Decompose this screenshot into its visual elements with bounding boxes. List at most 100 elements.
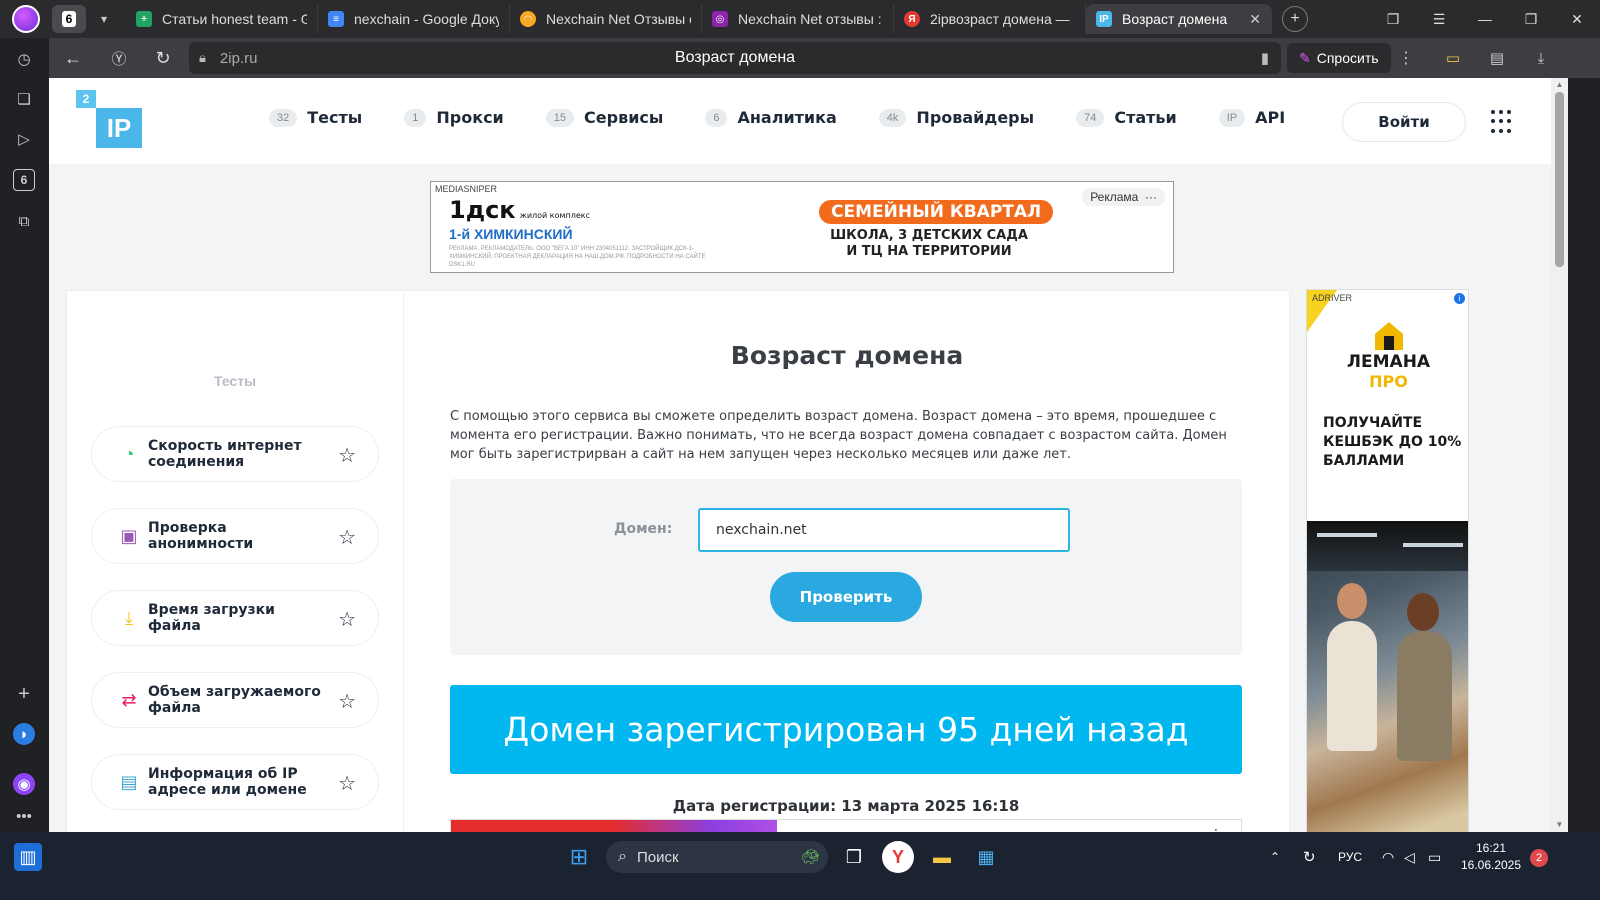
taskbar-clock[interactable]: 16:21 16.06.2025	[1460, 840, 1522, 874]
star-icon[interactable]: ☆	[338, 443, 356, 468]
wifi-icon[interactable]: ◠	[1382, 832, 1394, 882]
menu-icon[interactable]: ☰	[1416, 0, 1462, 38]
collections-icon[interactable]: ❐	[1370, 0, 1416, 38]
ad-label[interactable]: Реклама ···	[1082, 188, 1165, 206]
minimize-button[interactable]: —	[1462, 0, 1508, 38]
nav-label: Аналитика	[737, 108, 837, 127]
ask-ai-button[interactable]: ✎ Спросить	[1287, 43, 1391, 73]
star-icon[interactable]: ☆	[338, 525, 356, 550]
notification-badge[interactable]: 2	[1530, 849, 1548, 867]
volume-icon[interactable]: ◁	[1404, 832, 1415, 882]
browser-tab[interactable]: Я 2ipвозраст домена —	[894, 4, 1086, 34]
language-indicator[interactable]: РУС	[1338, 832, 1362, 882]
browser-tab[interactable]: ◠ Nexchain Net Отзывы о	[510, 4, 702, 34]
more-icon[interactable]: •••	[13, 805, 35, 827]
browser-tab-strip: 6 ▾ + Статьи honest team - Go ≡ nexchain…	[0, 0, 1600, 38]
widgets-icon[interactable]: ▥	[14, 843, 42, 871]
main-card: Тесты ◔ Скорость интернет соединения ☆ ▣…	[66, 290, 1290, 832]
nav-item-articles[interactable]: 74 Статьи	[1076, 108, 1177, 127]
video-icon[interactable]: ▷	[13, 128, 35, 150]
task-view-icon[interactable]: ❐	[838, 841, 870, 873]
site-logo[interactable]: 2 IP	[76, 90, 146, 150]
top-ad-banner[interactable]: MEDIASNIPER 1дск жилой комплекс 1-й ХИМКИ…	[430, 181, 1174, 273]
page-scrollbar[interactable]: ▲ ▼	[1551, 78, 1568, 832]
alice-icon[interactable]: ◉	[13, 773, 35, 795]
tab-group-button[interactable]: 6	[52, 5, 86, 33]
domain-input[interactable]	[698, 508, 1070, 552]
yandex-disk-icon[interactable]: ◗	[13, 723, 35, 745]
tab-group-icon[interactable]: 6	[13, 169, 35, 191]
nav-item-api[interactable]: IP API	[1218, 108, 1286, 127]
sidebar-item-speed[interactable]: ◔ Скорость интернет соединения ☆	[91, 426, 379, 482]
file-explorer-icon[interactable]: ▬	[926, 841, 958, 873]
ad-brand-logo: 1дск жилой комплекс	[449, 196, 590, 224]
reader-icon[interactable]: ▤	[1481, 42, 1513, 74]
new-tab-button[interactable]: +	[1282, 6, 1308, 32]
nav-item-providers[interactable]: 4k Провайдеры	[878, 108, 1034, 127]
battery-icon[interactable]: ▭	[1428, 832, 1441, 882]
document-icon: ▤	[120, 771, 138, 792]
reload-button[interactable]: ↻	[145, 40, 181, 76]
star-icon[interactable]: ☆	[338, 607, 356, 632]
page-title: Возраст домена	[730, 341, 964, 370]
bookmark-icon[interactable]: ▮	[1261, 49, 1269, 67]
chevron-down-icon[interactable]: ▾	[90, 5, 118, 33]
browser-tab[interactable]: ≡ nexchain - Google Доку	[318, 4, 510, 34]
taskbar-search[interactable]: ⌕ Поиск 🐢︎	[606, 841, 828, 873]
clock-date: 16.06.2025	[1460, 858, 1522, 872]
store-icon[interactable]: ▦	[970, 841, 1002, 873]
sidebar-item-anonymity[interactable]: ▣ Проверка анонимности ☆	[91, 508, 379, 564]
star-icon[interactable]: ☆	[338, 771, 356, 796]
sidebar-item-file-size[interactable]: ⇄ Объем загружаемого файла ☆	[91, 672, 379, 728]
sidebar-item-ip-info[interactable]: ▤ Информация об IP адресе или домене ☆	[91, 754, 379, 810]
browser-tab[interactable]: + Статьи honest team - Go	[126, 4, 318, 34]
downloads-icon[interactable]: ⤓	[1525, 42, 1557, 74]
tab-group-count: 6	[61, 11, 77, 27]
back-button[interactable]: ←	[55, 40, 91, 76]
star-icon[interactable]: ☆	[338, 689, 356, 714]
sync-icon[interactable]: ↻	[1303, 832, 1316, 882]
bottom-ad[interactable]: ⋮	[450, 819, 1242, 832]
clock-time: 16:21	[1475, 841, 1507, 855]
windows-start-icon[interactable]: ⊞	[563, 841, 595, 873]
right-ad-banner[interactable]: ADRIVER i ЛЕМАНА ПРО ПОЛУЧАЙТЕ КЕШБЭК ДО…	[1306, 289, 1469, 832]
screenshot-icon[interactable]: ⧉	[13, 210, 35, 232]
windows-taskbar: ▥ ⊞ ⌕ Поиск 🐢︎ ❐ Y ▬ ▦ ⌃ ↻ РУС ◠ ◁ ▭ 16:…	[0, 832, 1600, 882]
nav-item-tests[interactable]: 32 Тесты	[269, 108, 362, 127]
check-button[interactable]: Проверить	[770, 572, 922, 622]
nav-label: API	[1255, 108, 1286, 127]
tray-chevron-icon[interactable]: ⌃	[1270, 832, 1280, 882]
close-icon[interactable]: ✕	[1249, 11, 1261, 28]
browser-tab[interactable]: ◎ Nexchain Net отзывы : р	[702, 4, 894, 34]
tabs-icon[interactable]: ❏	[13, 88, 35, 110]
ad-brand-tag: жилой комплекс	[519, 211, 591, 220]
page-title-display: Возраст домена	[674, 49, 796, 66]
more-vertical-icon[interactable]: ⋮	[1394, 43, 1418, 73]
nav-item-proxy[interactable]: 1 Прокси	[404, 108, 504, 127]
divider	[403, 291, 404, 832]
ad-sub-line: ШКОЛА, 3 ДЕТСКИХ САДА	[830, 228, 1028, 243]
nav-item-analytics[interactable]: 6 Аналитика	[705, 108, 837, 127]
scroll-down-icon[interactable]: ▼	[1551, 820, 1568, 829]
info-icon[interactable]: i	[1454, 293, 1465, 304]
history-icon[interactable]: ◷	[13, 48, 35, 70]
alice-assistant-icon[interactable]	[12, 5, 40, 33]
login-button[interactable]: Войти	[1342, 102, 1466, 142]
yandex-button[interactable]: Ⓨ	[101, 40, 137, 76]
close-window-button[interactable]: ✕	[1554, 0, 1600, 38]
scroll-up-icon[interactable]: ▲	[1551, 80, 1568, 89]
tab-title: Возраст домена	[1122, 11, 1228, 27]
url-field[interactable]: 🔒︎ 2ip.ru Возраст домена ▮	[189, 42, 1281, 74]
nav-item-services[interactable]: 15 Сервисы	[545, 108, 663, 127]
scrollbar-thumb[interactable]	[1555, 92, 1564, 267]
battery-saver-icon[interactable]: ▭	[1437, 42, 1469, 74]
yandex-browser-taskbar-icon[interactable]: Y	[882, 841, 914, 873]
browser-tab-active[interactable]: IP Возраст домена ✕	[1086, 4, 1272, 34]
add-icon[interactable]: +	[13, 683, 35, 705]
ad-source: MEDIASNIPER	[435, 184, 498, 194]
apps-grid-icon[interactable]	[1491, 110, 1515, 134]
restore-button[interactable]: ❐	[1508, 0, 1554, 38]
ad-more: ···	[1145, 190, 1157, 204]
sidebar-item-download-time[interactable]: ⤓ Время загрузки файла ☆	[91, 590, 379, 646]
domain-form: Домен: Проверить	[450, 479, 1242, 655]
